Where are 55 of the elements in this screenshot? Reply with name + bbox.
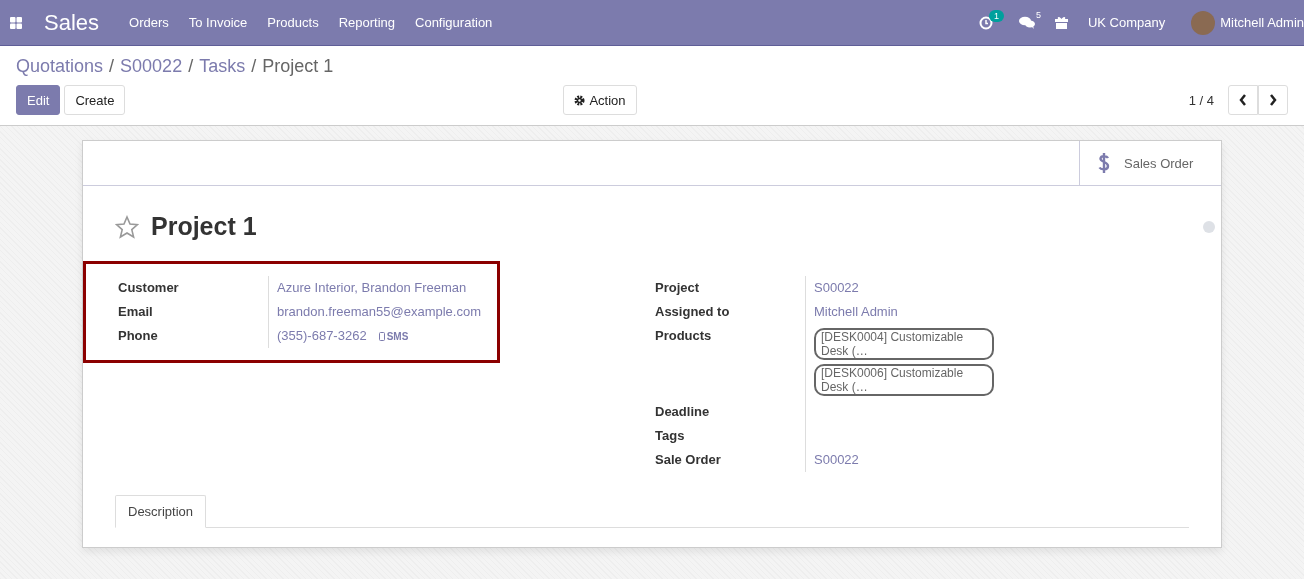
breadcrumb-item[interactable]: S00022: [120, 56, 183, 77]
field-label: Assigned to: [655, 303, 731, 321]
product-tag[interactable]: [DESK0004] Customizable Desk (…: [814, 328, 994, 360]
field-label: Deadline: [655, 403, 711, 421]
menu-item[interactable]: Configuration: [415, 15, 493, 30]
breadcrumb-separator: /: [251, 56, 257, 77]
menu-item[interactable]: Products: [267, 15, 319, 30]
edit-button[interactable]: Edit: [16, 85, 61, 115]
breadcrumb-item: Project 1: [262, 56, 334, 77]
breadcrumb-item[interactable]: Tasks: [199, 56, 246, 77]
user-name[interactable]: Mitchell Admin: [1220, 15, 1304, 30]
apps-menu-icon[interactable]: [10, 16, 22, 29]
app-name[interactable]: Sales: [44, 9, 100, 36]
field-label: Customer: [118, 279, 180, 297]
company-switcher[interactable]: UK Company: [1087, 15, 1166, 30]
chevron-left-icon: [1239, 94, 1247, 106]
previous-button[interactable]: [1228, 85, 1258, 115]
chevron-right-icon: [1269, 94, 1277, 106]
field-label: Email: [118, 303, 154, 321]
gear-icon: [574, 94, 586, 106]
phone-link[interactable]: (355)-687-3262: [277, 328, 367, 344]
field-value-link[interactable]: Mitchell Admin: [814, 304, 898, 320]
record-title: Project 1: [151, 212, 257, 241]
star-icon[interactable]: [115, 214, 139, 239]
field-label: Phone: [118, 327, 159, 345]
field-label: Tags: [655, 427, 686, 445]
sms-link[interactable]: SMS: [378, 330, 409, 342]
notebook-tab[interactable]: Description: [115, 495, 207, 528]
create-button[interactable]: Create: [64, 85, 126, 115]
field-value-link[interactable]: brandon.freeman55@example.com: [277, 304, 481, 320]
message-count: 5: [1035, 10, 1041, 20]
gift-icon[interactable]: [1054, 16, 1068, 29]
action-button[interactable]: Action: [563, 85, 637, 115]
chat-icon[interactable]: [1018, 16, 1035, 29]
menu-item[interactable]: To Invoice: [188, 15, 248, 30]
field-label: Project: [655, 279, 701, 297]
status-dot-icon[interactable]: [1203, 220, 1215, 233]
clock-icon[interactable]: [978, 15, 993, 30]
breadcrumb-separator: /: [188, 56, 194, 77]
field-label: Products: [655, 327, 713, 345]
breadcrumb-separator: /: [109, 56, 115, 77]
activity-count: 1: [988, 9, 1004, 22]
menu-item[interactable]: Reporting: [338, 15, 395, 30]
next-button[interactable]: [1258, 85, 1288, 115]
product-tag[interactable]: [DESK0006] Customizable Desk (…: [814, 364, 994, 396]
sales-order-button[interactable]: Sales Order: [1079, 141, 1221, 185]
breadcrumb-item[interactable]: Quotations: [16, 56, 104, 77]
field-value-link[interactable]: S00022: [814, 280, 859, 296]
menu-item[interactable]: Orders: [129, 15, 169, 30]
field-value-link[interactable]: S00022: [814, 452, 859, 468]
mobile-phone-icon: [378, 331, 385, 341]
pager-counter: 1 / 4: [1188, 92, 1214, 108]
field-label: Sale Order: [655, 451, 722, 469]
field-value-link[interactable]: Azure Interior, Brandon Freeman: [277, 280, 467, 296]
dollar-icon: [1098, 152, 1110, 174]
